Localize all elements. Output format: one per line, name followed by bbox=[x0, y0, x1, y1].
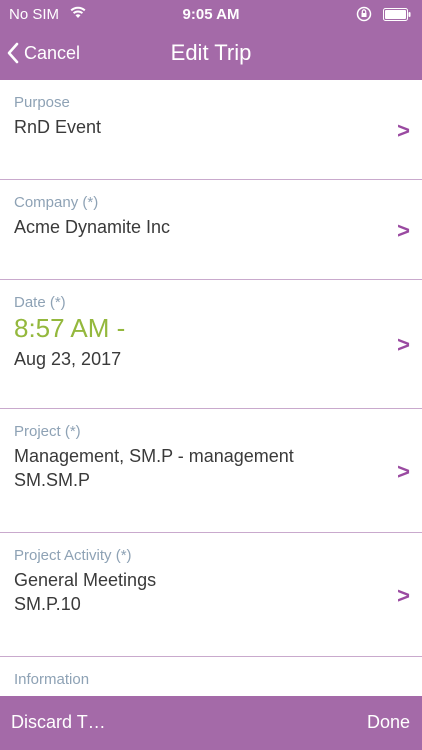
top-bar: No SIM 9:05 AM Cancel Edit Trip bbox=[0, 0, 422, 80]
field-label: Information bbox=[14, 671, 90, 688]
navigation-bar: Cancel Edit Trip bbox=[0, 30, 422, 80]
field-project-activity[interactable]: Project Activity (*) General Meetings SM… bbox=[0, 533, 422, 657]
field-label: Company (*) bbox=[14, 194, 99, 211]
chevron-right-icon: > bbox=[397, 583, 410, 608]
field-purpose[interactable]: Purpose RnD Event > bbox=[0, 80, 422, 180]
battery-icon bbox=[383, 8, 411, 21]
field-value: RnD Event bbox=[14, 117, 102, 137]
chevron-right-icon: > bbox=[397, 118, 410, 143]
status-bar: No SIM 9:05 AM bbox=[0, 0, 422, 30]
field-subvalue: SM.P.10 bbox=[14, 594, 81, 614]
field-label: Project Activity (*) bbox=[14, 547, 132, 564]
field-label: Project (*) bbox=[14, 423, 81, 440]
page-title: Edit Trip bbox=[170, 40, 252, 65]
field-date[interactable]: Date (*) 8:57 AM - Aug 23, 2017 > bbox=[0, 280, 422, 409]
date-value: Aug 23, 2017 bbox=[14, 349, 122, 369]
chevron-right-icon: > bbox=[397, 332, 410, 357]
bottom-toolbar: Discard T… Done bbox=[0, 696, 422, 750]
field-value: Management, SM.P - management bbox=[14, 446, 294, 466]
field-value: General Meetings bbox=[14, 570, 157, 590]
discard-button[interactable]: Discard T… bbox=[11, 712, 106, 733]
trip-form: Purpose RnD Event > Company (*) Acme Dyn… bbox=[0, 80, 422, 696]
field-value: Acme Dynamite Inc bbox=[14, 217, 171, 237]
field-information[interactable]: Information bbox=[0, 657, 422, 696]
done-button[interactable]: Done bbox=[367, 712, 410, 733]
field-subvalue: SM.SM.P bbox=[14, 470, 91, 490]
field-label: Date (*) bbox=[14, 294, 66, 311]
chevron-right-icon: > bbox=[397, 459, 410, 484]
chevron-right-icon: > bbox=[397, 218, 410, 243]
rotation-lock-icon bbox=[356, 6, 372, 22]
field-company[interactable]: Company (*) Acme Dynamite Inc > bbox=[0, 180, 422, 280]
date-time-value: 8:57 AM - bbox=[14, 313, 126, 343]
field-label: Purpose bbox=[14, 94, 70, 111]
field-project[interactable]: Project (*) Management, SM.P - managemen… bbox=[0, 409, 422, 533]
